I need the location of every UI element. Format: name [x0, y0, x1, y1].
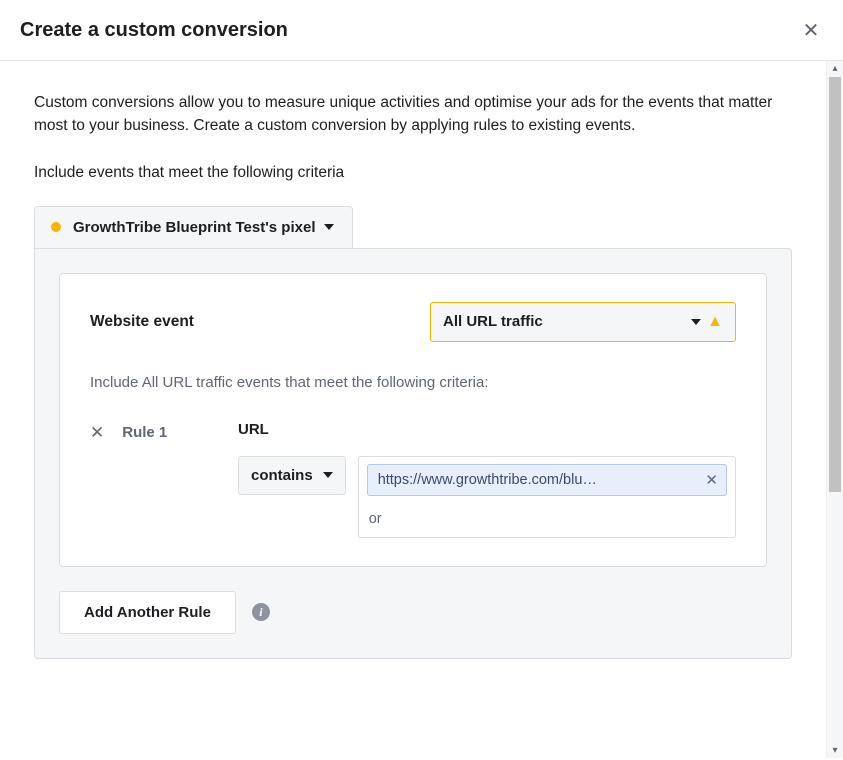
pixel-selector-tab[interactable]: GrowthTribe Blueprint Test's pixel: [34, 206, 353, 248]
website-event-select[interactable]: All URL traffic ▲: [430, 302, 736, 342]
rule-content: URL contains https://www.growthtrib: [238, 421, 736, 538]
url-condition-select[interactable]: contains: [238, 456, 346, 495]
custom-conversion-modal: Create a custom conversion ✕ Custom conv…: [0, 0, 843, 760]
rules-panel: Website event All URL traffic ▲ Include …: [34, 248, 792, 659]
url-chip: https://www.growthtribe.com/blu… ✕: [367, 464, 727, 496]
rule-left: ✕ Rule 1: [90, 421, 238, 443]
rules-footer: Add Another Rule i: [59, 591, 767, 634]
chevron-down-icon: [323, 472, 333, 478]
add-another-rule-button[interactable]: Add Another Rule: [59, 591, 236, 634]
scrollbar[interactable]: ▴ ▾: [826, 61, 843, 758]
remove-chip-icon[interactable]: ✕: [705, 471, 718, 489]
scroll-down-arrow-icon[interactable]: ▾: [827, 745, 843, 756]
rule-card: Website event All URL traffic ▲ Include …: [59, 273, 767, 567]
modal-body-wrap: Custom conversions allow you to measure …: [0, 61, 843, 758]
scroll-thumb[interactable]: [829, 77, 841, 492]
scroll-up-arrow-icon[interactable]: ▴: [827, 63, 843, 74]
chevron-down-icon: [324, 224, 334, 230]
modal-description: Custom conversions allow you to measure …: [34, 91, 792, 138]
rule-criteria-subtext: Include All URL traffic events that meet…: [90, 374, 736, 391]
url-condition-value: contains: [251, 467, 313, 484]
close-button[interactable]: ✕: [799, 18, 823, 42]
url-chip-row: https://www.growthtribe.com/blu… ✕: [359, 457, 735, 503]
url-input-box[interactable]: https://www.growthtribe.com/blu… ✕ or: [358, 456, 736, 538]
url-or-label: or: [359, 503, 735, 537]
pixel-status-dot-icon: [51, 222, 61, 232]
warning-icon: ▲: [707, 313, 723, 331]
rule-name-label: Rule 1: [122, 424, 167, 441]
url-field-label: URL: [238, 421, 736, 438]
url-inputs: contains https://www.growthtribe.com/blu…: [238, 456, 736, 538]
rule-row: ✕ Rule 1 URL contains: [90, 421, 736, 538]
website-event-value: All URL traffic: [443, 313, 543, 330]
remove-rule-icon[interactable]: ✕: [90, 423, 104, 443]
close-icon: ✕: [803, 18, 820, 43]
url-chip-text: https://www.growthtribe.com/blu…: [378, 472, 597, 488]
info-icon[interactable]: i: [252, 603, 270, 621]
modal-body: Custom conversions allow you to measure …: [0, 61, 826, 758]
chevron-down-icon: [691, 319, 701, 325]
website-event-label: Website event: [90, 313, 430, 331]
event-select-icons: ▲: [691, 313, 723, 331]
modal-header: Create a custom conversion ✕: [0, 0, 843, 61]
criteria-label: Include events that meet the following c…: [34, 164, 792, 182]
website-event-row: Website event All URL traffic ▲: [90, 302, 736, 342]
pixel-name-label: GrowthTribe Blueprint Test's pixel: [73, 219, 316, 236]
modal-title: Create a custom conversion: [20, 19, 288, 42]
